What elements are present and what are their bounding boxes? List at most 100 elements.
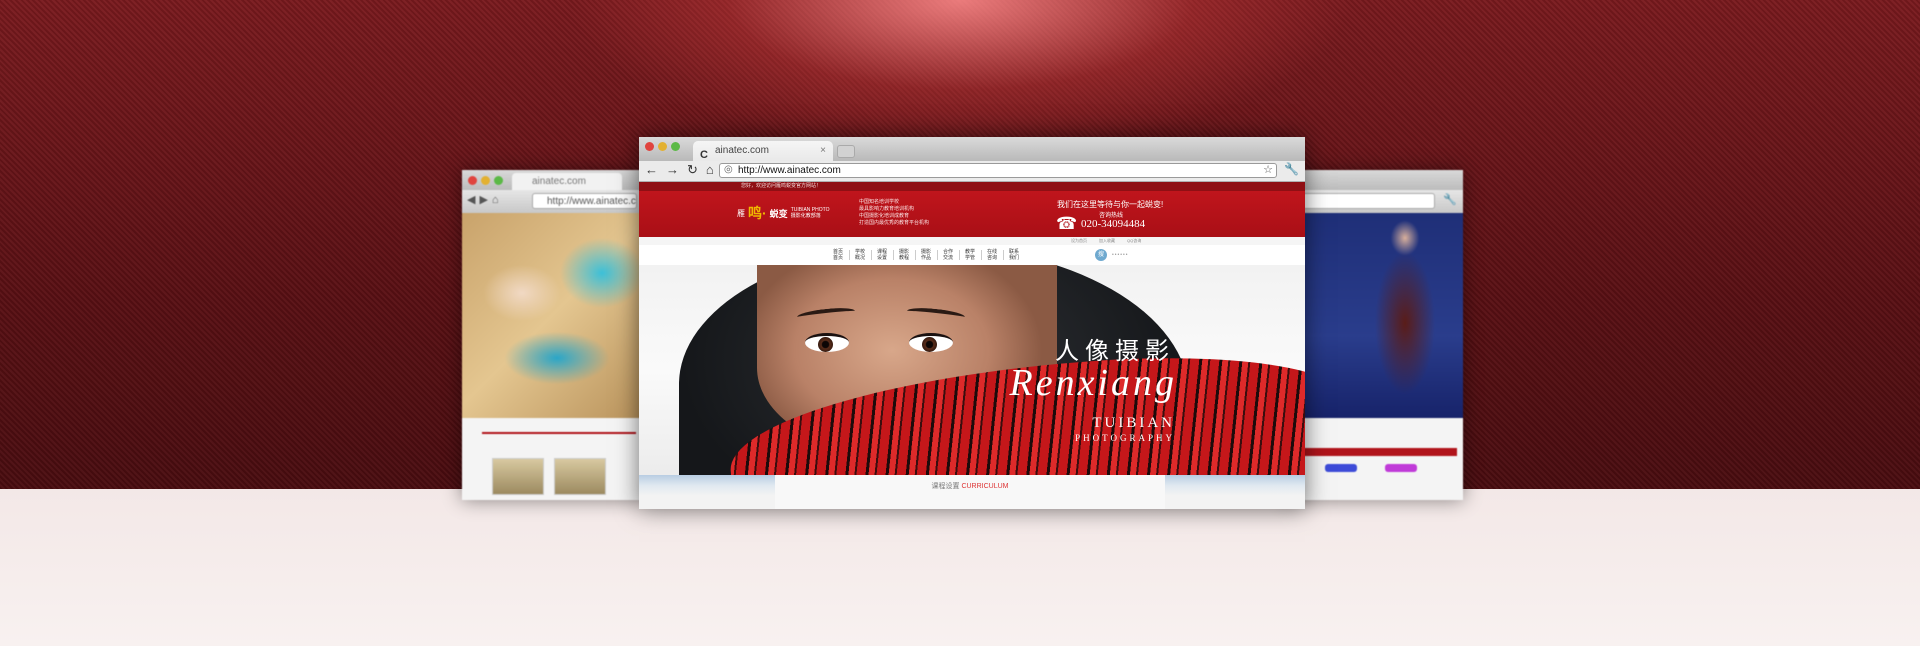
close-dot-icon[interactable] bbox=[645, 142, 654, 151]
left-nav-icons[interactable]: ◀▶⌂ bbox=[467, 193, 503, 206]
curriculum-box: 课程设置 CURRICULUM bbox=[775, 475, 1165, 509]
close-tab-icon[interactable]: × bbox=[820, 141, 826, 161]
globe-icon: ◎ bbox=[724, 164, 733, 175]
right-page-lower bbox=[1285, 418, 1463, 500]
thumbnail-image[interactable] bbox=[492, 458, 544, 495]
right-hero-photo bbox=[1285, 213, 1463, 418]
menu-divider bbox=[871, 250, 872, 260]
home-icon[interactable]: ⌂ bbox=[706, 162, 714, 178]
curriculum-label[interactable]: 课程设置 CURRICULUM bbox=[775, 481, 1165, 491]
background-floor bbox=[0, 489, 1920, 646]
reload-icon[interactable]: ↻ bbox=[687, 162, 698, 178]
main-tab[interactable]: C ainatec.com × bbox=[693, 141, 833, 161]
hero-title-en: Renxiang bbox=[1009, 362, 1177, 404]
hero-sub2: PHOTOGRAPHY bbox=[1075, 433, 1175, 443]
curriculum-strip: 课程设置 CURRICULUM bbox=[639, 475, 1305, 509]
logo-mark: 雁 bbox=[737, 208, 745, 218]
right-pill[interactable] bbox=[1325, 464, 1357, 472]
nav-buttons: ← → ↻ ⌂ bbox=[645, 162, 714, 178]
menu-item[interactable]: 首页首页 bbox=[831, 249, 845, 261]
right-tabbar bbox=[1285, 170, 1463, 190]
main-browser-window: C ainatec.com × ← → ↻ ⌂ ◎ http://www.ain… bbox=[639, 137, 1305, 509]
right-toolbar: 🔧 bbox=[1285, 190, 1463, 213]
zoom-dot-icon[interactable] bbox=[671, 142, 680, 151]
hero-sub1: TUIBIAN bbox=[1092, 415, 1175, 431]
search-field[interactable]: •••••• bbox=[1112, 252, 1129, 258]
window-controls bbox=[645, 142, 680, 151]
slogan-line: 打造国内最优秀的教育平台机构 bbox=[859, 220, 930, 226]
site-logo[interactable]: 雁 鸣· 蜕变 TUIBIAN PHOTO 摄影化教部落 bbox=[737, 203, 831, 223]
right-address-bar[interactable] bbox=[1285, 193, 1435, 209]
top-greeting: 您好，欢迎访问雁鸣蜕变官方网站！ bbox=[741, 183, 822, 189]
new-tab-button[interactable] bbox=[837, 145, 855, 158]
logo-name: 蜕变 bbox=[769, 208, 788, 219]
menu-divider bbox=[959, 250, 960, 260]
left-eye bbox=[805, 333, 849, 352]
left-thumbnails bbox=[492, 458, 606, 495]
top-links: 设为首页 加入收藏 QQ咨询 bbox=[639, 237, 1305, 245]
left-redline bbox=[482, 432, 636, 434]
hotline-title: 我们在这里等待与你一起蜕变! bbox=[1057, 200, 1164, 209]
logo-sub: TUIBIAN PHOTO 摄影化教部落 bbox=[790, 207, 830, 219]
left-address-bar[interactable]: http://www.ainatec.c bbox=[532, 193, 637, 209]
right-brow bbox=[906, 305, 966, 323]
forward-icon[interactable]: → bbox=[666, 162, 679, 178]
search-button[interactable]: 搜 bbox=[1095, 249, 1107, 261]
right-eye bbox=[909, 333, 953, 352]
zoom-dot-icon[interactable] bbox=[494, 176, 503, 185]
left-tabbar: ainatec.com bbox=[462, 170, 642, 190]
curriculum-label-cn: 课程设置 bbox=[931, 483, 960, 490]
left-page-lower bbox=[462, 418, 642, 500]
menu-divider bbox=[849, 250, 850, 260]
site-header: 雁 鸣· 蜕变 TUIBIAN PHOTO 摄影化教部落 中国知名培训学校 最具… bbox=[639, 191, 1305, 237]
menu-divider bbox=[1003, 250, 1004, 260]
minimize-dot-icon[interactable] bbox=[481, 176, 490, 185]
minimize-dot-icon[interactable] bbox=[658, 142, 667, 151]
slogans: 中国知名培训学校 最具影响力教育培训机构 中国摄影化培训成教育 打造国内最优秀的… bbox=[859, 199, 929, 227]
menu-divider bbox=[915, 250, 916, 260]
thumbnail-image[interactable] bbox=[554, 458, 606, 495]
menu-item[interactable]: 摄影作品 bbox=[919, 249, 933, 261]
left-toolbar: ◀▶⌂ http://www.ainatec.c bbox=[462, 190, 642, 213]
menu-item[interactable]: 学校概况 bbox=[853, 249, 867, 261]
address-bar[interactable]: ◎ http://www.ainatec.com ☆ bbox=[719, 163, 1277, 178]
top-link[interactable]: 加入收藏 bbox=[1099, 237, 1115, 245]
menu-divider bbox=[893, 250, 894, 260]
menu-item[interactable]: 摄影教程 bbox=[897, 249, 911, 261]
menu-item[interactable]: 联系我们 bbox=[1007, 249, 1021, 261]
close-dot-icon[interactable] bbox=[468, 176, 477, 185]
curriculum-label-en: CURRICULUM bbox=[961, 483, 1009, 490]
main-toolbar: ← → ↻ ⌂ ◎ http://www.ainatec.com ☆ 🔧 bbox=[639, 161, 1305, 182]
menu-divider bbox=[937, 250, 938, 260]
address-url[interactable]: http://www.ainatec.com bbox=[738, 165, 841, 176]
hero-banner: 人像摄影 Renxiang TUIBIAN PHOTOGRAPHY bbox=[639, 265, 1305, 475]
slogan-line: 中国知名培训学校 bbox=[859, 199, 900, 205]
menu-divider bbox=[981, 250, 982, 260]
left-tab[interactable]: ainatec.com bbox=[512, 173, 622, 190]
menu-item[interactable]: 合作交流 bbox=[941, 249, 955, 261]
menu-item[interactable]: 在线咨询 bbox=[985, 249, 999, 261]
tab-title: ainatec.com bbox=[715, 145, 769, 156]
right-browser-window: 🔧 bbox=[1285, 170, 1463, 500]
menu-item[interactable]: 教学学管 bbox=[963, 249, 977, 261]
left-browser-window: ainatec.com ◀▶⌂ http://www.ainatec.c bbox=[462, 170, 642, 500]
main-menu: 首页首页 学校概况 课程设置 摄影教程 摄影作品 合作交流 教学学管 在线咨询 … bbox=[639, 245, 1305, 266]
left-brow bbox=[796, 305, 856, 323]
right-pill[interactable] bbox=[1385, 464, 1417, 472]
site-top-strip: 您好，欢迎访问雁鸣蜕变官方网站！ bbox=[639, 182, 1305, 191]
top-link[interactable]: 设为首页 bbox=[1071, 237, 1087, 245]
menu-item[interactable]: 课程设置 bbox=[875, 249, 889, 261]
bookmark-star-icon[interactable]: ☆ bbox=[1263, 163, 1273, 176]
phone-icon: ☎ bbox=[1056, 214, 1078, 233]
wrench-icon[interactable]: 🔧 bbox=[1443, 193, 1457, 206]
window-controls bbox=[468, 176, 503, 185]
logo-brand: 鸣· bbox=[748, 205, 767, 221]
hotline-number: 020-34094484 bbox=[1081, 218, 1146, 230]
top-link[interactable]: QQ咨询 bbox=[1127, 237, 1141, 245]
wrench-icon[interactable]: 🔧 bbox=[1284, 162, 1299, 176]
right-redbar bbox=[1289, 448, 1457, 456]
main-tabbar: C ainatec.com × bbox=[639, 137, 1305, 161]
slogan-line: 中国摄影化培训成教育 bbox=[859, 213, 910, 219]
slogan-line: 最具影响力教育培训机构 bbox=[859, 206, 915, 212]
back-icon[interactable]: ← bbox=[645, 162, 658, 178]
